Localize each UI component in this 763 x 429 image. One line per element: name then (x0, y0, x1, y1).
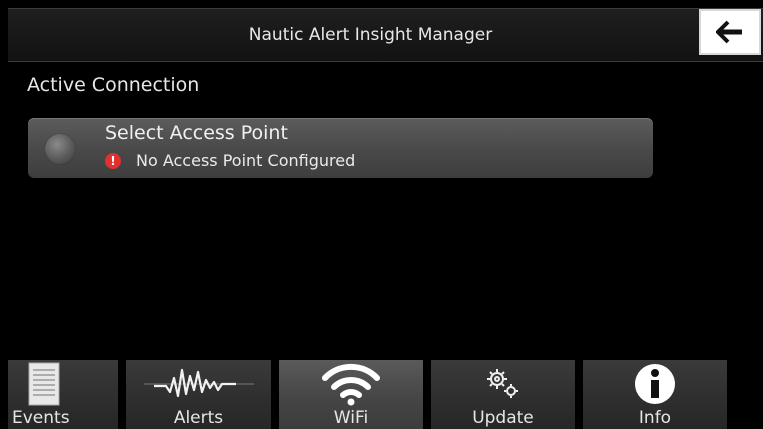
waveform-icon (126, 362, 271, 406)
section-label-active-connection: Active Connection (27, 74, 200, 96)
app-title: Nautic Alert Insight Manager (248, 25, 493, 45)
tab-bar: Events Alerts WiFi Update Info (0, 360, 763, 429)
tab-label-wifi: WiFi (333, 408, 369, 428)
alert-icon: ! (105, 152, 121, 169)
info-icon (583, 362, 727, 406)
access-point-title: Select Access Point (105, 122, 288, 144)
gears-icon (431, 366, 575, 402)
tab-label-events: Events (12, 408, 70, 428)
tab-label-update: Update (472, 408, 534, 428)
title-bar: Nautic Alert Insight Manager (8, 8, 763, 62)
back-button[interactable] (699, 9, 761, 55)
tab-alerts[interactable]: Alerts (126, 360, 271, 429)
select-access-point-row[interactable]: Select Access Point ! No Access Point Co… (28, 118, 653, 178)
access-point-status-text: No Access Point Configured (136, 151, 356, 170)
arrow-left-icon (716, 20, 742, 44)
tab-events[interactable]: Events (8, 360, 118, 429)
document-icon (8, 362, 118, 406)
tab-info[interactable]: Info (583, 360, 727, 429)
tab-label-info: Info (638, 408, 672, 428)
tab-wifi[interactable]: WiFi (279, 360, 423, 429)
tab-label-alerts: Alerts (173, 408, 224, 428)
tab-update[interactable]: Update (431, 360, 575, 429)
access-point-status: ! No Access Point Configured (105, 151, 355, 170)
wifi-icon (279, 362, 423, 406)
radio-button[interactable] (45, 134, 75, 164)
